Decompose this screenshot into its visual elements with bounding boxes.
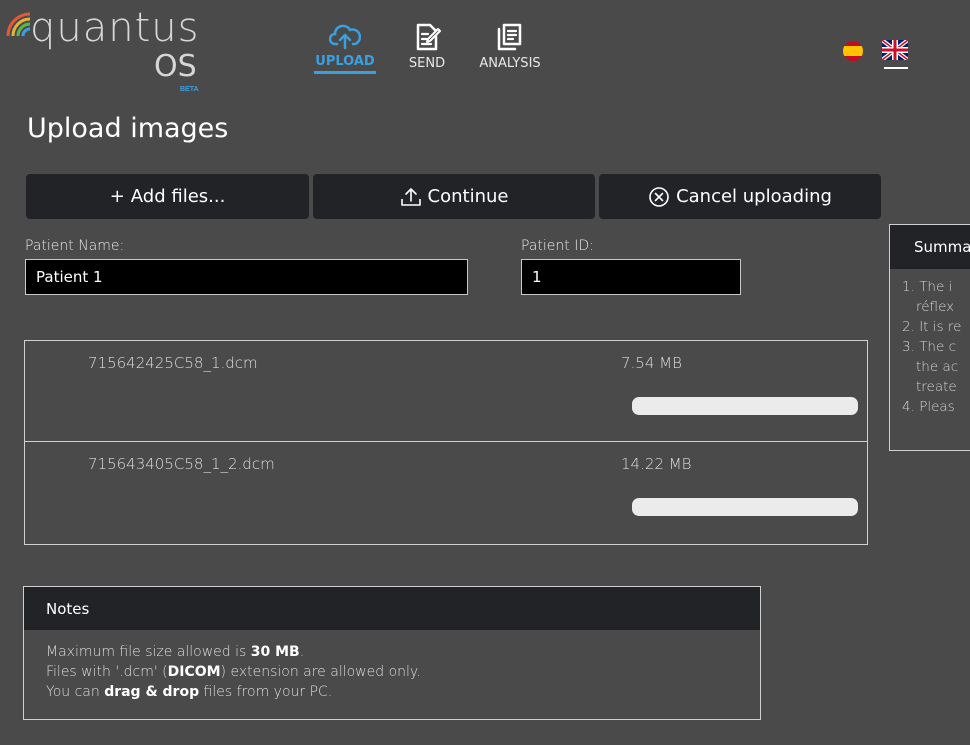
summary-item-number: 2. [902,319,915,335]
cancel-uploading-label: Cancel uploading [676,186,832,207]
file-row: 715642425C58_1.dcm 7.54 MB [25,341,867,442]
summary-item-text: It is re [919,319,962,335]
logo-os: OS [154,49,197,84]
cancel-uploading-button[interactable]: Cancel uploading [599,174,881,219]
active-tab-underline [314,71,376,74]
summary-item-number: 1. [902,279,915,295]
language-spanish[interactable] [842,40,864,67]
summary-item-text: The i [919,279,953,295]
notes-bold: 30 MB [250,644,300,660]
active-language-underline [884,67,908,69]
notes-title: Notes [24,587,760,630]
spain-flag-icon [843,41,863,61]
logo-word: quantus [30,5,200,51]
continue-button[interactable]: Continue [313,174,595,219]
summary-title: Summa [890,225,970,269]
summary-item-text: réflex [916,299,955,315]
continue-label: Continue [427,186,509,207]
summary-item-number: 3. [902,339,915,355]
patient-id-label: Patient ID: [521,238,594,254]
notes-line: You can drag & drop files from your PC. [46,682,738,702]
notes-text: You can [46,684,105,700]
plus-icon: + [109,186,125,207]
notes-text: ) extension are allowed only. [220,664,421,680]
upload-progress-bar [632,498,858,516]
summary-item: 1. The i réflex [902,277,970,317]
summary-panel: Summa 1. The i réflex 2. It is re 3. The… [889,224,970,451]
notes-line: Files with '.dcm' (DICOM) extension are … [46,662,738,682]
quantus-logo: quantus OS BETA [4,5,204,93]
file-name: 715643405C58_1_2.dcm [88,455,275,473]
page-title: Upload images [27,113,229,144]
summary-item-text: treate [916,379,957,395]
circle-x-icon [649,186,669,207]
summary-item-number: 4. [902,399,915,415]
uk-flag-icon [880,38,910,62]
summary-item: 2. It is re [902,317,970,337]
notes-text: Maximum file size allowed is [46,644,251,660]
notes-bold: DICOM [167,664,221,680]
file-size: 14.22 MB [621,455,692,473]
upload-progress-bar [632,397,858,415]
nav-analysis-label: ANALYSIS [479,56,541,71]
patient-name-field[interactable] [25,259,468,295]
patient-name-label: Patient Name: [25,238,125,254]
summary-item: 3. The c the ac treate [902,337,970,397]
summary-item-text: The c [919,339,957,355]
notes-line: Maximum file size allowed is 30 MB. [46,642,738,662]
notes-panel: Notes Maximum file size allowed is 30 MB… [23,586,761,720]
summary-item-text: the ac [916,359,959,375]
nav-upload[interactable]: UPLOAD [312,22,378,74]
nav-send[interactable]: SEND [404,22,450,71]
notes-text: . [299,644,305,660]
language-english[interactable] [880,38,910,65]
nav-send-label: SEND [408,56,446,71]
notes-body: Maximum file size allowed is 30 MB. File… [24,630,760,714]
beta-badge: BETA [180,86,199,93]
notes-bold: drag & drop [104,684,200,700]
add-files-label: Add files... [130,186,226,207]
patient-id-field[interactable] [521,259,741,295]
summary-item-text: Pleas [919,399,955,415]
nav-upload-label: UPLOAD [315,54,375,69]
notes-text: Files with '.dcm' ( [46,664,168,680]
summary-list: 1. The i réflex 2. It is re 3. The c the… [890,269,970,417]
file-row: 715643405C58_1_2.dcm 14.22 MB [25,442,867,544]
cloud-upload-icon [329,24,361,50]
notes-text: files from your PC. [199,684,333,700]
upload-arrow-icon [400,187,421,206]
send-document-icon [416,23,441,51]
add-files-button[interactable]: + Add files... [26,174,309,219]
nav-analysis[interactable]: ANALYSIS [474,22,546,71]
file-size: 7.54 MB [621,354,682,372]
analysis-document-icon [497,23,522,51]
file-name: 715642425C58_1.dcm [88,354,258,372]
file-list: 715642425C58_1.dcm 7.54 MB 715643405C58_… [24,340,868,545]
summary-item: 4. Pleas [902,397,970,417]
